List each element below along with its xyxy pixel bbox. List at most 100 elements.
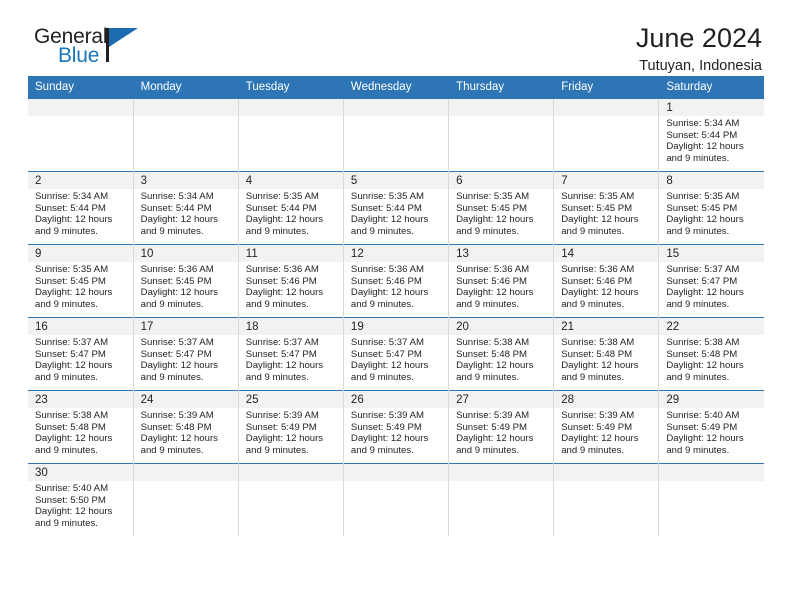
calendar-day-cell[interactable]: 18 Sunrise: 5:37 AM Sunset: 5:47 PM Dayligh… xyxy=(238,317,344,391)
blue-flag-triangle-icon xyxy=(109,28,138,47)
sunrise-text: Sunrise: 5:37 AM xyxy=(350,337,424,348)
day-details: Sunrise: 5:38 AM Sunset: 5:48 PM Daylight:… xyxy=(28,408,133,456)
daylight-text: Daylight: 12 hours and 9 minutes. xyxy=(561,360,639,383)
calendar-day-cell[interactable]: 23 Sunrise: 5:38 AM Sunset: 5:48 PM Dayligh… xyxy=(28,390,134,464)
sunset-text: Sunset: 5:44 PM xyxy=(35,202,106,214)
calendar-day-cell[interactable]: 22 Sunrise: 5:38 AM Sunset: 5:48 PM Dayligh… xyxy=(658,317,764,391)
day-number xyxy=(28,99,133,116)
sunrise-text: Sunrise: 5:35 AM xyxy=(350,191,424,202)
sunrise-text: Sunrise: 5:35 AM xyxy=(561,191,635,202)
day-number: 15 xyxy=(659,245,764,262)
daylight-text: Daylight: 12 hours and 9 minutes. xyxy=(35,287,113,310)
day-details: Sunrise: 5:39 AM Sunset: 5:49 PM Daylight:… xyxy=(344,408,448,456)
day-number: 14 xyxy=(554,245,659,262)
sunrise-text: Sunrise: 5:35 AM xyxy=(245,191,319,202)
calendar-day-cell[interactable]: 11 Sunrise: 5:36 AM Sunset: 5:46 PM Dayligh… xyxy=(238,244,344,318)
daylight-text: Daylight: 12 hours and 9 minutes. xyxy=(35,433,113,456)
day-details: Sunrise: 5:36 AM Sunset: 5:45 PM Daylight:… xyxy=(134,262,238,310)
sunrise-text: Sunrise: 5:34 AM xyxy=(35,191,109,202)
daylight-text: Daylight: 12 hours and 9 minutes. xyxy=(456,433,534,456)
calendar-day-cell[interactable]: 15 Sunrise: 5:37 AM Sunset: 5:47 PM Dayligh… xyxy=(658,244,764,318)
calendar-day-cell[interactable]: 19 Sunrise: 5:37 AM Sunset: 5:47 PM Dayligh… xyxy=(343,317,450,391)
daylight-text: Daylight: 12 hours and 9 minutes. xyxy=(350,214,429,237)
day-cell-inner: 7 Sunrise: 5:35 AM Sunset: 5:45 PM Daylight… xyxy=(554,172,659,244)
calendar-week-row: 23 Sunrise: 5:38 AM Sunset: 5:48 PM Dayligh… xyxy=(28,390,764,464)
sunset-text: Sunset: 5:47 PM xyxy=(350,348,422,360)
daylight-text: Daylight: 12 hours and 9 minutes. xyxy=(561,214,639,237)
day-cell-inner: 24 Sunrise: 5:39 AM Sunset: 5:48 PM Dayligh… xyxy=(133,391,238,463)
day-details: Sunrise: 5:38 AM Sunset: 5:48 PM Daylight:… xyxy=(554,335,658,383)
day-details: Sunrise: 5:34 AM Sunset: 5:44 PM Daylight:… xyxy=(134,189,238,237)
day-details: Sunrise: 5:36 AM Sunset: 5:46 PM Daylight:… xyxy=(449,262,553,310)
sunrise-text: Sunrise: 5:35 AM xyxy=(35,264,109,275)
sunset-text: Sunset: 5:49 PM xyxy=(666,421,738,433)
daylight-text: Daylight: 12 hours and 9 minutes. xyxy=(350,433,429,456)
calendar-cell-empty xyxy=(448,463,555,536)
daylight-text: Daylight: 12 hours and 9 minutes. xyxy=(245,214,324,237)
weekday-header-saturday: Saturday xyxy=(658,76,764,99)
calendar-day-cell[interactable]: 24 Sunrise: 5:39 AM Sunset: 5:48 PM Dayligh… xyxy=(133,390,239,464)
sunrise-text: Sunrise: 5:34 AM xyxy=(140,191,214,202)
sunrise-text: Sunrise: 5:36 AM xyxy=(561,264,635,275)
calendar-day-cell[interactable]: 8 Sunrise: 5:35 AM Sunset: 5:45 PM Daylight… xyxy=(658,171,764,245)
sunset-text: Sunset: 5:45 PM xyxy=(456,202,527,214)
calendar-day-cell[interactable]: 30 Sunrise: 5:40 AM Sunset: 5:50 PM Dayligh… xyxy=(28,463,134,536)
sunset-text: Sunset: 5:48 PM xyxy=(140,421,212,433)
calendar-day-cell[interactable]: 9 Sunrise: 5:35 AM Sunset: 5:45 PM Daylight… xyxy=(28,244,134,318)
calendar-day-cell[interactable]: 21 Sunrise: 5:38 AM Sunset: 5:48 PM Dayligh… xyxy=(553,317,660,391)
day-number: 4 xyxy=(238,172,343,189)
daylight-text: Daylight: 12 hours and 9 minutes. xyxy=(245,433,324,456)
daylight-text: Daylight: 12 hours and 9 minutes. xyxy=(35,506,113,529)
day-number xyxy=(133,99,238,116)
sunrise-text: Sunrise: 5:36 AM xyxy=(245,264,319,275)
calendar-day-cell[interactable]: 5 Sunrise: 5:35 AM Sunset: 5:44 PM Daylight… xyxy=(343,171,450,245)
calendar-day-cell[interactable]: 28 Sunrise: 5:39 AM Sunset: 5:49 PM Dayligh… xyxy=(553,390,660,464)
calendar-cell-empty xyxy=(238,98,344,172)
day-cell-inner: 4 Sunrise: 5:35 AM Sunset: 5:44 PM Daylight… xyxy=(238,172,343,244)
sunset-text: Sunset: 5:45 PM xyxy=(140,275,212,287)
day-cell-inner xyxy=(238,464,343,536)
sunrise-text: Sunrise: 5:39 AM xyxy=(350,410,424,421)
calendar-cell-empty xyxy=(343,98,450,172)
calendar-day-cell[interactable]: 10 Sunrise: 5:36 AM Sunset: 5:45 PM Dayligh… xyxy=(133,244,239,318)
calendar-day-cell[interactable]: 29 Sunrise: 5:40 AM Sunset: 5:49 PM Dayligh… xyxy=(658,390,764,464)
sunset-text: Sunset: 5:48 PM xyxy=(456,348,527,360)
calendar-cell-empty xyxy=(133,463,239,536)
calendar-body: 1 Sunrise: 5:34 AM Sunset: 5:44 PM Daylight… xyxy=(28,98,764,536)
calendar-day-cell[interactable]: 12 Sunrise: 5:36 AM Sunset: 5:46 PM Dayligh… xyxy=(343,244,450,318)
calendar-cell-empty xyxy=(553,463,660,536)
day-number: 11 xyxy=(238,245,343,262)
calendar-page: General Blue June 2024 Tutuyan, Indonesi… xyxy=(0,0,792,612)
daylight-text: Daylight: 12 hours and 9 minutes. xyxy=(666,287,744,310)
sunset-text: Sunset: 5:45 PM xyxy=(666,202,738,214)
calendar-day-cell[interactable]: 26 Sunrise: 5:39 AM Sunset: 5:49 PM Dayligh… xyxy=(343,390,450,464)
sunrise-text: Sunrise: 5:39 AM xyxy=(561,410,635,421)
calendar-day-cell[interactable]: 4 Sunrise: 5:35 AM Sunset: 5:44 PM Daylight… xyxy=(238,171,344,245)
day-cell-inner: 17 Sunrise: 5:37 AM Sunset: 5:47 PM Dayligh… xyxy=(133,318,238,390)
general-blue-logo[interactable]: General Blue xyxy=(28,24,148,72)
day-cell-inner xyxy=(133,99,238,171)
calendar-day-cell[interactable]: 17 Sunrise: 5:37 AM Sunset: 5:47 PM Dayligh… xyxy=(133,317,239,391)
calendar-week-row: 9 Sunrise: 5:35 AM Sunset: 5:45 PM Daylight… xyxy=(28,244,764,318)
day-cell-inner: 2 Sunrise: 5:34 AM Sunset: 5:44 PM Daylight… xyxy=(28,172,133,244)
calendar-day-cell[interactable]: 3 Sunrise: 5:34 AM Sunset: 5:44 PM Daylight… xyxy=(133,171,239,245)
calendar-day-cell[interactable]: 25 Sunrise: 5:39 AM Sunset: 5:49 PM Dayligh… xyxy=(238,390,344,464)
calendar-day-cell[interactable]: 1 Sunrise: 5:34 AM Sunset: 5:44 PM Daylight… xyxy=(658,98,764,172)
weekday-header-monday: Monday xyxy=(133,76,239,99)
calendar-week-row: 16 Sunrise: 5:37 AM Sunset: 5:47 PM Dayligh… xyxy=(28,317,764,391)
day-cell-inner: 20 Sunrise: 5:38 AM Sunset: 5:48 PM Dayligh… xyxy=(449,318,554,390)
day-number: 2 xyxy=(28,172,133,189)
sunset-text: Sunset: 5:46 PM xyxy=(456,275,527,287)
calendar-day-cell[interactable]: 6 Sunrise: 5:35 AM Sunset: 5:45 PM Daylight… xyxy=(448,171,555,245)
calendar-day-cell[interactable]: 7 Sunrise: 5:35 AM Sunset: 5:45 PM Daylight… xyxy=(553,171,660,245)
day-number: 13 xyxy=(449,245,554,262)
calendar-day-cell[interactable]: 27 Sunrise: 5:39 AM Sunset: 5:49 PM Dayligh… xyxy=(448,390,555,464)
calendar-day-cell[interactable]: 2 Sunrise: 5:34 AM Sunset: 5:44 PM Daylight… xyxy=(28,171,134,245)
sunset-text: Sunset: 5:49 PM xyxy=(456,421,527,433)
daylight-text: Daylight: 12 hours and 9 minutes. xyxy=(350,287,429,310)
calendar-day-cell[interactable]: 14 Sunrise: 5:36 AM Sunset: 5:46 PM Dayligh… xyxy=(553,244,660,318)
calendar-day-cell[interactable]: 13 Sunrise: 5:36 AM Sunset: 5:46 PM Dayligh… xyxy=(448,244,555,318)
calendar-day-cell[interactable]: 16 Sunrise: 5:37 AM Sunset: 5:47 PM Dayligh… xyxy=(28,317,134,391)
day-cell-inner xyxy=(659,464,764,536)
calendar-day-cell[interactable]: 20 Sunrise: 5:38 AM Sunset: 5:48 PM Dayligh… xyxy=(448,317,555,391)
